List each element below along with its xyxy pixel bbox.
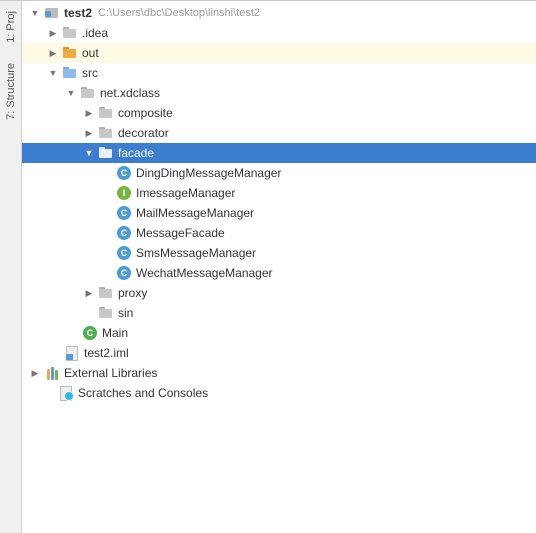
tree-item-hint: C:\Users\dbc\Desktop\linshi\test2 — [98, 7, 260, 19]
chevron-down-icon[interactable]: ▼ — [28, 6, 42, 20]
module-file-icon — [64, 345, 80, 361]
tree-item-mail[interactable]: C MailMessageManager — [22, 203, 536, 223]
class-icon: C — [117, 206, 131, 220]
folder-icon — [80, 85, 96, 101]
tree-item-root[interactable]: ▼ test2 C:\Users\dbc\Desktop\linshi\test2 — [22, 3, 536, 23]
tool-window-tabs: 1: Proj 7: Structure — [0, 1, 22, 533]
chevron-down-icon[interactable]: ▼ — [64, 86, 78, 100]
tree-item-sms[interactable]: C SmsMessageManager — [22, 243, 536, 263]
tree-item-idea[interactable]: ▶ .idea — [22, 23, 536, 43]
tree-item-out[interactable]: ▶ out — [22, 43, 536, 63]
class-icon: C — [117, 246, 131, 260]
class-icon: C — [117, 226, 131, 240]
project-tree[interactable]: ▼ test2 C:\Users\dbc\Desktop\linshi\test2 ▶… — [22, 1, 536, 533]
tree-item-label: External Libraries — [64, 366, 157, 380]
tree-item-ext[interactable]: ▶ External Libraries — [22, 363, 536, 383]
tree-item-wechat[interactable]: C WechatMessageManager — [22, 263, 536, 283]
tree-item-label: .idea — [82, 26, 108, 40]
arrow-placeholder — [66, 326, 80, 340]
arrow-placeholder — [100, 206, 114, 220]
tree-item-dd[interactable]: C DingDingMessageManager — [22, 163, 536, 183]
tree-item-label: Main — [102, 326, 128, 340]
arrow-placeholder — [100, 246, 114, 260]
tree-item-src[interactable]: ▼ src — [22, 63, 536, 83]
tree-item-label: decorator — [118, 126, 169, 140]
class-icon: C — [83, 326, 97, 340]
arrow-placeholder — [82, 306, 96, 320]
folder-icon — [98, 305, 114, 321]
tree-item-label: SmsMessageManager — [136, 246, 256, 260]
tab-structure-label: 7: Structure — [5, 63, 17, 120]
tree-item-scratch[interactable]: Scratches and Consoles — [22, 383, 536, 403]
tree-item-iml[interactable]: test2.iml — [22, 343, 536, 363]
tree-item-label: facade — [118, 146, 154, 160]
tree-item-label: DingDingMessageManager — [136, 166, 281, 180]
tree-item-sin[interactable]: sin — [22, 303, 536, 323]
tree-item-pkg[interactable]: ▼ net.xdclass — [22, 83, 536, 103]
chevron-right-icon[interactable]: ▶ — [28, 366, 42, 380]
class-icon: C — [117, 266, 131, 280]
tree-item-label: proxy — [118, 286, 147, 300]
arrow-placeholder — [100, 266, 114, 280]
arrow-placeholder — [48, 346, 62, 360]
tree-item-label: src — [82, 66, 98, 80]
folder-icon — [98, 105, 114, 121]
chevron-right-icon[interactable]: ▶ — [82, 106, 96, 120]
arrow-placeholder — [100, 166, 114, 180]
chevron-down-icon[interactable]: ▼ — [82, 146, 96, 160]
arrow-placeholder — [100, 226, 114, 240]
project-root-icon — [44, 5, 60, 21]
chevron-right-icon[interactable]: ▶ — [46, 46, 60, 60]
tree-item-label: composite — [118, 106, 173, 120]
tree-item-label: ImessageManager — [136, 186, 235, 200]
tab-project-label: 1: Proj — [5, 11, 17, 43]
tree-item-im[interactable]: I ImessageManager — [22, 183, 536, 203]
folder-icon — [62, 25, 78, 41]
tree-item-main[interactable]: C Main — [22, 323, 536, 343]
tree-item-label: Scratches and Consoles — [78, 386, 208, 400]
arrow-placeholder — [42, 386, 56, 400]
scratches-icon — [58, 385, 74, 401]
tree-item-label: net.xdclass — [100, 86, 160, 100]
arrow-placeholder — [100, 186, 114, 200]
tree-item-composite[interactable]: ▶ composite — [22, 103, 536, 123]
tree-item-label: test2.iml — [84, 346, 129, 360]
chevron-right-icon[interactable]: ▶ — [46, 26, 60, 40]
tree-item-proxy[interactable]: ▶ proxy — [22, 283, 536, 303]
tree-item-label: test2 — [64, 6, 92, 20]
tree-item-label: out — [82, 46, 99, 60]
folder-icon — [98, 145, 114, 161]
libraries-icon — [44, 366, 60, 380]
tab-structure[interactable]: 7: Structure — [3, 57, 19, 126]
folder-icon — [62, 45, 78, 61]
tree-item-label: sin — [118, 306, 133, 320]
interface-icon: I — [117, 186, 131, 200]
chevron-right-icon[interactable]: ▶ — [82, 286, 96, 300]
tree-item-label: MessageFacade — [136, 226, 225, 240]
chevron-right-icon[interactable]: ▶ — [82, 126, 96, 140]
tree-item-label: WechatMessageManager — [136, 266, 273, 280]
folder-icon — [98, 125, 114, 141]
tree-item-decorator[interactable]: ▶ decorator — [22, 123, 536, 143]
tab-project[interactable]: 1: Proj — [3, 5, 19, 49]
tree-item-facade[interactable]: ▼ facade — [22, 143, 536, 163]
tree-item-mf[interactable]: C MessageFacade — [22, 223, 536, 243]
class-icon: C — [117, 166, 131, 180]
tree-item-label: MailMessageManager — [136, 206, 254, 220]
folder-icon — [98, 285, 114, 301]
chevron-down-icon[interactable]: ▼ — [46, 66, 60, 80]
folder-icon — [62, 65, 78, 81]
